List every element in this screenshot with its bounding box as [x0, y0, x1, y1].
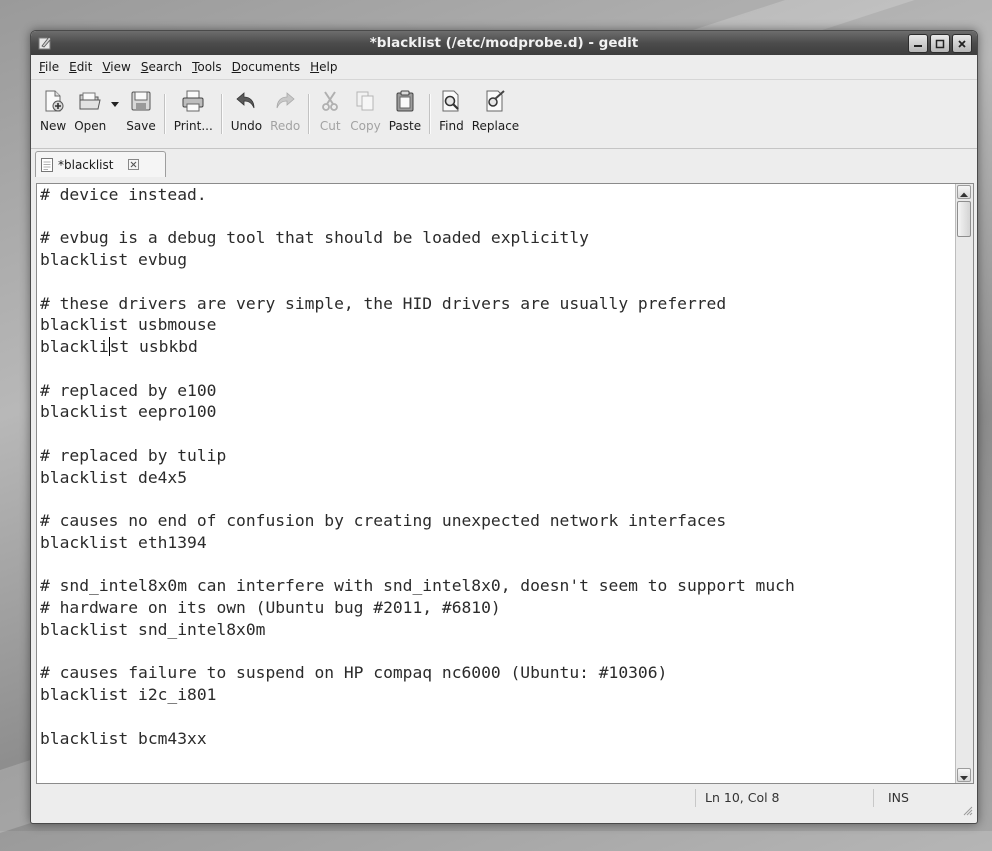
cut-button[interactable]: Cut [314, 80, 346, 148]
undo-button[interactable]: Undo [227, 80, 266, 148]
scissors-icon [322, 91, 339, 111]
editor-line[interactable]: # replaced by tulip [40, 445, 953, 467]
new-document-icon [45, 90, 64, 112]
copy-button[interactable]: Copy [346, 80, 384, 148]
copy-icon [356, 91, 374, 111]
editor-line[interactable] [40, 706, 953, 728]
editor-line[interactable]: # snd_intel8x0m can interfere with snd_i… [40, 575, 953, 597]
clipboard-icon [396, 90, 414, 112]
save-icon [131, 91, 151, 111]
editor-line[interactable] [40, 554, 953, 576]
toolbar-separator [308, 94, 311, 134]
find-icon [442, 90, 460, 112]
editor-line[interactable]: # hardware on its own (Ubuntu bug #2011,… [40, 597, 953, 619]
editor-line[interactable] [40, 423, 953, 445]
editor-line[interactable]: # causes no end of confusion by creating… [40, 510, 953, 532]
editor-line[interactable]: # these drivers are very simple, the HID… [40, 293, 953, 315]
editor-line[interactable]: blacklist snd_intel8x0m [40, 619, 953, 641]
editor-line[interactable]: blacklist usbmouse [40, 314, 953, 336]
print-button[interactable]: Print... [170, 80, 217, 148]
redo-button[interactable]: Redo [266, 80, 304, 148]
close-button[interactable] [952, 34, 972, 53]
resize-grip-icon[interactable] [961, 804, 973, 816]
arrow-up-icon [960, 192, 968, 197]
editor-line[interactable]: blacklist i2c_i801 [40, 684, 953, 706]
text-editor[interactable]: # in the kernel but, instead, the HID de… [36, 183, 974, 784]
tab-label: *blacklist [58, 157, 114, 172]
editor-line[interactable]: blacklist eepro100 [40, 401, 953, 423]
editor-line[interactable]: blacklist eth1394 [40, 532, 953, 554]
editor-line[interactable]: blacklist de4x5 [40, 467, 953, 489]
toolbar-separator [220, 94, 223, 134]
minimize-button[interactable] [908, 34, 928, 53]
title-bar[interactable]: *blacklist (/etc/modprobe.d) - gedit [31, 31, 977, 55]
editor-line[interactable]: # causes failure to suspend on HP compaq… [40, 662, 953, 684]
toolbar-separator [429, 94, 432, 134]
tab-blacklist[interactable]: *blacklist [35, 151, 166, 177]
find-button[interactable]: Find [435, 80, 468, 148]
undo-icon [236, 92, 255, 109]
toolbar: New Open Save Print... Undo Redo Cut Cop… [31, 79, 977, 149]
text-document-icon [41, 157, 53, 172]
printer-icon [182, 90, 204, 112]
status-divider [695, 789, 696, 807]
editor-line[interactable] [40, 358, 953, 380]
paste-button[interactable]: Paste [385, 80, 425, 148]
menu-edit[interactable]: Edit [64, 56, 97, 78]
vertical-scrollbar[interactable] [955, 184, 973, 783]
cursor-position: Ln 10, Col 8 [705, 790, 780, 805]
toolbar-separator [163, 94, 166, 134]
menu-file[interactable]: File [34, 56, 64, 78]
editor-line[interactable]: blacklist evbug [40, 249, 953, 271]
gedit-window: *blacklist (/etc/modprobe.d) - gedit Fil… [30, 30, 978, 824]
close-icon [958, 39, 966, 48]
editor-line[interactable] [40, 488, 953, 510]
chevron-down-icon [111, 102, 120, 107]
menu-tools[interactable]: Tools [187, 56, 227, 78]
menu-bar: File Edit View Search Tools Documents He… [31, 56, 977, 78]
editor-line[interactable] [40, 206, 953, 228]
editor-line[interactable]: # device instead. [40, 184, 953, 206]
menu-help[interactable]: Help [305, 56, 342, 78]
editor-content[interactable]: # in the kernel but, instead, the HID de… [40, 184, 953, 750]
editor-line[interactable]: blacklist bcm43xx [40, 728, 953, 750]
minimize-icon [914, 44, 922, 47]
tab-close-icon[interactable] [128, 159, 140, 170]
find-replace-icon [486, 90, 506, 112]
document-tab-bar: *blacklist [31, 148, 977, 179]
window-title: *blacklist (/etc/modprobe.d) - gedit [369, 35, 639, 51]
maximize-icon [935, 39, 945, 48]
editor-line[interactable]: blacklist usbkbd [40, 336, 953, 358]
new-button[interactable]: New [36, 80, 70, 148]
status-bar: Ln 10, Col 8 INS [31, 787, 977, 822]
editor-line[interactable] [40, 271, 953, 293]
editor-line[interactable]: # replaced by e100 [40, 380, 953, 402]
folder-open-icon [79, 92, 101, 110]
maximize-button[interactable] [930, 34, 950, 53]
menu-view[interactable]: View [97, 56, 135, 78]
gedit-app-icon [38, 36, 52, 50]
editor-line[interactable]: # evbug is a debug tool that should be l… [40, 227, 953, 249]
insert-mode-indicator: INS [888, 790, 909, 805]
editor-line[interactable] [40, 641, 953, 663]
menu-documents[interactable]: Documents [227, 56, 305, 78]
save-button[interactable]: Save [122, 80, 159, 148]
redo-icon [276, 92, 295, 109]
scroll-down-button[interactable] [957, 768, 971, 782]
arrow-down-icon [960, 776, 968, 781]
menu-search[interactable]: Search [136, 56, 187, 78]
replace-button[interactable]: Replace [468, 80, 523, 148]
status-divider [873, 789, 874, 807]
scroll-up-button[interactable] [957, 185, 971, 199]
open-recent-dropdown[interactable] [110, 80, 122, 108]
scrollbar-thumb[interactable] [957, 201, 971, 237]
open-button[interactable]: Open [70, 80, 110, 148]
